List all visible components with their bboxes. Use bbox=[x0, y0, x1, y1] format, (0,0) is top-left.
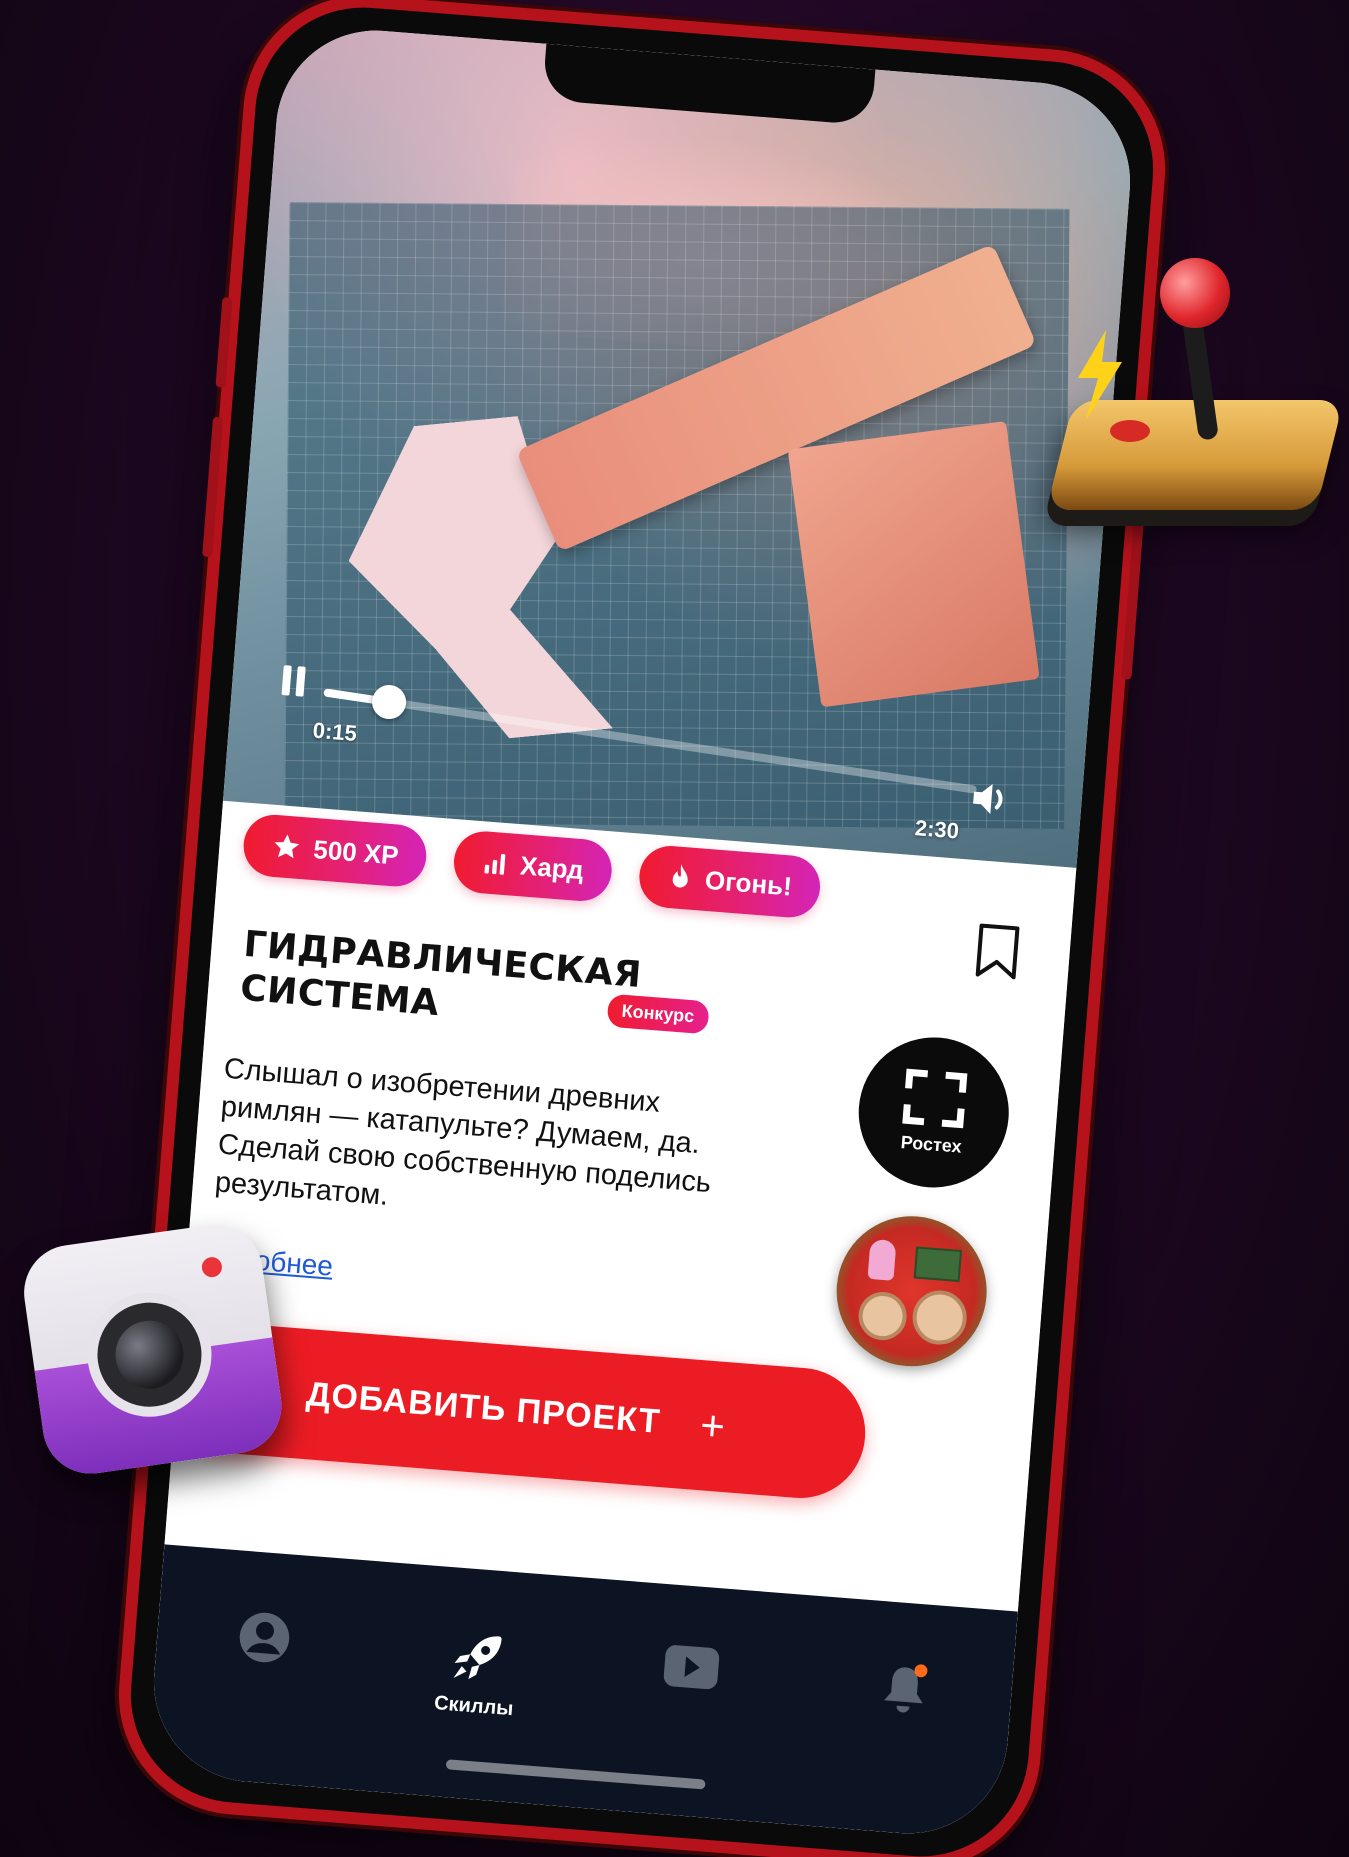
project-description: Слышал о изобретении древних римлян — ка… bbox=[213, 1052, 713, 1212]
star-icon bbox=[274, 834, 300, 859]
nav-item-skills[interactable]: Скиллы bbox=[398, 1622, 555, 1724]
nav-item-notifications[interactable] bbox=[827, 1655, 982, 1731]
joystick-decoration bbox=[1046, 250, 1349, 550]
tag-fire[interactable]: Огонь! bbox=[636, 843, 823, 920]
contest-badge[interactable]: Конкурс bbox=[606, 993, 710, 1035]
tag-xp-label: 500 XP bbox=[312, 833, 400, 871]
nav-item-profile[interactable] bbox=[187, 1605, 341, 1679]
tag-fire-label: Огонь! bbox=[703, 864, 794, 902]
nav-label-skills: Скиллы bbox=[433, 1692, 515, 1721]
video-progress-bar[interactable] bbox=[323, 682, 978, 794]
phone-side-button bbox=[202, 416, 224, 558]
project-badge-patch bbox=[830, 1210, 993, 1372]
bookmark-icon[interactable] bbox=[973, 922, 1021, 981]
tag-difficulty[interactable]: Хард bbox=[451, 829, 614, 904]
partner-name: Ростех bbox=[900, 1131, 963, 1157]
promo-scene: 0:15 2:30 500 XP Хард Огонь! ГИДРАВЛИЧЕС… bbox=[0, 0, 1349, 1857]
video-total-time: 2:30 bbox=[914, 815, 960, 844]
nav-item-video[interactable] bbox=[614, 1638, 768, 1704]
lightning-icon bbox=[1078, 330, 1122, 420]
partner-logo-rostec[interactable]: Ростех bbox=[853, 1031, 1015, 1194]
video-controls: 0:15 2:30 bbox=[221, 23, 1137, 888]
app-screen: 0:15 2:30 500 XP Хард Огонь! ГИДРАВЛИЧЕС… bbox=[146, 23, 1138, 1841]
video-current-time: 0:15 bbox=[311, 717, 358, 746]
add-project-label: ДОБАВИТЬ ПРОЕКТ bbox=[304, 1374, 662, 1441]
video-player[interactable]: 0:15 2:30 bbox=[221, 23, 1138, 888]
phone-side-button bbox=[215, 297, 233, 388]
plus-icon: + bbox=[698, 1401, 728, 1451]
play-icon bbox=[663, 1645, 720, 1690]
video-progress-thumb[interactable] bbox=[369, 682, 409, 722]
bell-icon bbox=[884, 1664, 928, 1713]
rocket-icon bbox=[453, 1636, 502, 1680]
rostec-frame-icon bbox=[902, 1068, 968, 1129]
phone-frame: 0:15 2:30 500 XP Хард Огонь! ГИДРАВЛИЧЕС… bbox=[109, 0, 1175, 1857]
project-title: ГИДРАВЛИЧЕСКАЯ СИСТЕМА bbox=[238, 923, 644, 1025]
tag-difficulty-label: Хард bbox=[519, 849, 585, 885]
fire-icon bbox=[672, 863, 688, 888]
home-indicator bbox=[445, 1759, 706, 1790]
camera-decoration bbox=[17, 1214, 320, 1499]
tag-xp[interactable]: 500 XP bbox=[241, 812, 429, 889]
signal-bars-icon bbox=[484, 854, 506, 875]
volume-icon[interactable] bbox=[970, 779, 1013, 818]
pause-icon[interactable] bbox=[279, 665, 310, 701]
user-icon bbox=[239, 1612, 290, 1663]
